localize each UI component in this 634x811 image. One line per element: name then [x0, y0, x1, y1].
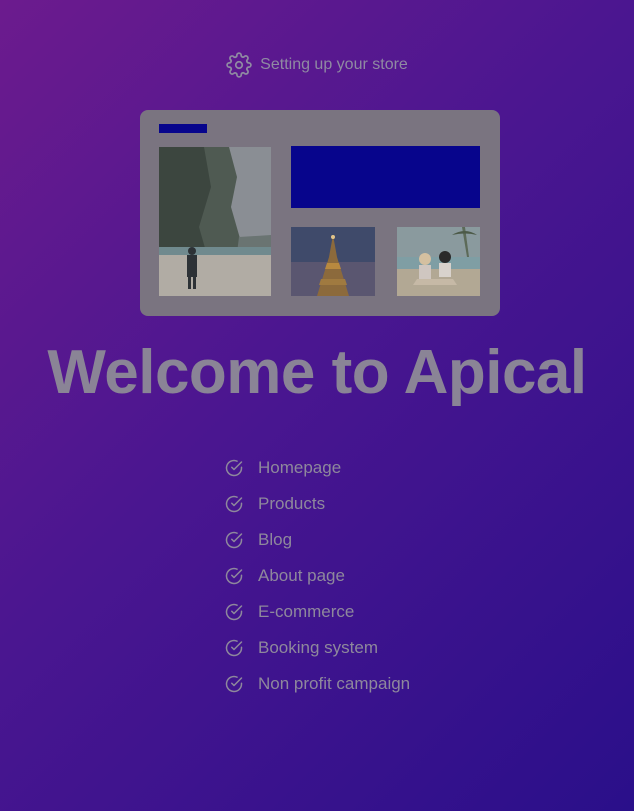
preview-hero-banner	[291, 146, 480, 208]
status-text: Setting up your store	[260, 56, 408, 73]
check-circle-icon	[225, 459, 243, 477]
friends-beach-photo	[397, 227, 480, 296]
checklist-item-homepage: Homepage	[225, 450, 410, 486]
checklist-item-label: Blog	[258, 530, 293, 549]
gear-icon	[226, 52, 252, 78]
check-circle-icon	[225, 603, 243, 621]
checklist-item-label: Products	[258, 494, 326, 513]
checklist-item-label: Non profit campaign	[258, 674, 411, 693]
check-circle-icon	[225, 531, 243, 549]
checklist-item-booking-system: Booking system	[225, 630, 410, 666]
checklist-item-label: E-commerce	[258, 602, 355, 621]
eiffel-tower-photo	[291, 227, 375, 296]
checklist-item-about-page: About page	[225, 558, 410, 594]
checklist-item-e-commerce: E-commerce	[225, 594, 410, 630]
checklist-item-label: About page	[258, 566, 345, 585]
setup-status: Setting up your store	[0, 52, 634, 78]
check-circle-icon	[225, 639, 243, 657]
checklist-item-label: Booking system	[258, 638, 378, 657]
checklist-item-non-profit-campaign: Non profit campaign	[225, 666, 410, 702]
check-circle-icon	[225, 495, 243, 513]
beach-cliff-photo	[159, 147, 271, 296]
checklist-item-label: Homepage	[258, 458, 342, 477]
checklist-item-blog: Blog	[225, 522, 410, 558]
welcome-headline: Welcome to Apical	[47, 338, 587, 407]
preview-logo-bar	[159, 124, 207, 133]
checklist-item-products: Products	[225, 486, 410, 522]
store-preview-card	[140, 110, 500, 316]
check-circle-icon	[225, 675, 243, 693]
check-circle-icon	[225, 567, 243, 585]
feature-checklist: Homepage Products Blog About page E-comm…	[225, 450, 410, 702]
